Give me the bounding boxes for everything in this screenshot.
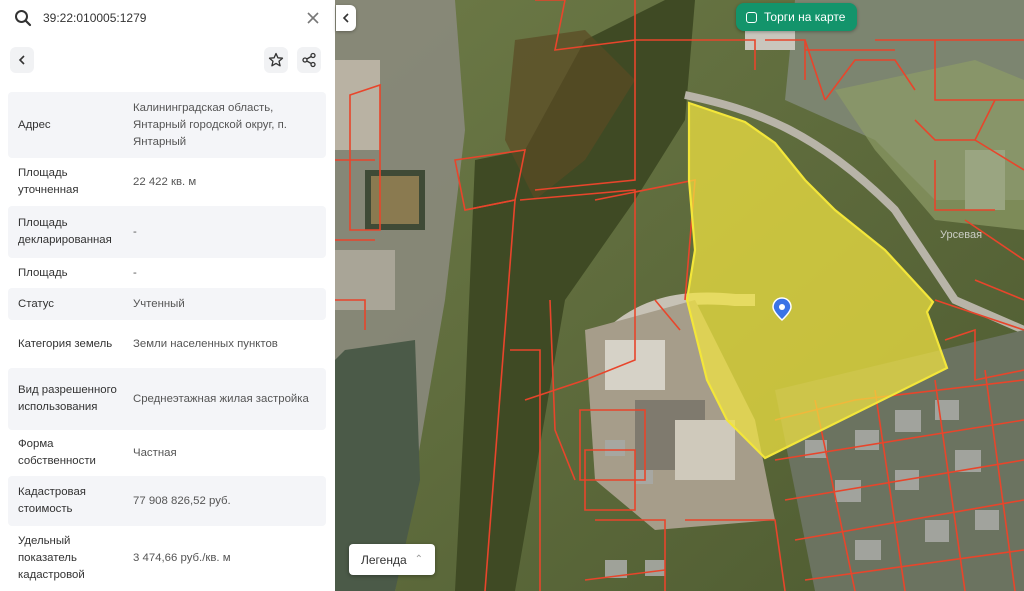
property-value: Частная xyxy=(133,446,177,459)
star-icon xyxy=(268,52,284,67)
chevron-up-icon: ⌃ xyxy=(414,554,424,565)
search-bar[interactable]: 39:22:010005:1279 xyxy=(0,0,335,36)
legend-button[interactable]: Легенда ⌃ xyxy=(349,544,436,575)
search-icon[interactable] xyxy=(14,9,32,32)
map-view[interactable]: Урсевая xyxy=(335,0,1024,591)
table-row: Вид разрешенного использования Среднеэта… xyxy=(8,368,326,430)
property-value: - xyxy=(133,225,137,238)
property-value: Учтенный xyxy=(133,297,185,310)
property-label: Площадь xyxy=(18,266,68,279)
back-button[interactable] xyxy=(10,47,34,73)
table-row: Форма собственности Частная xyxy=(8,430,326,476)
property-label: Кадастровая стоимость xyxy=(18,486,86,515)
share-icon xyxy=(302,52,316,68)
property-label: Форма собственности xyxy=(18,438,96,467)
search-input[interactable]: 39:22:010005:1279 xyxy=(43,11,146,25)
close-icon[interactable] xyxy=(304,9,322,27)
share-button[interactable] xyxy=(297,47,321,73)
table-row: Площадь уточненная 22 422 кв. м xyxy=(8,158,326,206)
property-label: Адрес xyxy=(18,118,51,131)
property-table: Адрес Калининградская область, Янтарный … xyxy=(8,92,326,590)
property-value: - xyxy=(133,266,137,279)
legend-label: Легенда xyxy=(361,552,407,567)
auction-toggle-label: Торги на карте xyxy=(764,10,846,24)
property-label: Вид разрешенного использования xyxy=(18,384,117,413)
property-label: Площадь декларированная xyxy=(18,217,112,246)
table-row: Кадастровая стоимость 77 908 826,52 руб. xyxy=(8,476,326,526)
table-row: Статус Учтенный xyxy=(8,288,326,320)
chevron-left-icon xyxy=(18,55,25,65)
table-row: Категория земель Земли населенных пункто… xyxy=(8,320,326,368)
property-label: Площадь уточненная xyxy=(18,167,79,196)
info-panel: 39:22:010005:1279 Адрес Калининградская … xyxy=(0,0,336,591)
panel-toolbar xyxy=(0,40,335,80)
property-label: Удельный показатель кадастровой xyxy=(18,534,85,581)
chevron-left-icon xyxy=(342,13,349,23)
property-value: Калининградская область, Янтарный городс… xyxy=(133,101,287,148)
property-label: Статус xyxy=(18,297,55,310)
property-value: 3 474,66 руб./кв. м xyxy=(133,551,231,564)
table-row: Адрес Калининградская область, Янтарный … xyxy=(8,92,326,158)
property-value: 77 908 826,52 руб. xyxy=(133,494,231,507)
satellite-map[interactable]: Урсевая xyxy=(335,0,1024,591)
collapse-panel-button[interactable] xyxy=(336,5,356,31)
property-value: 22 422 кв. м xyxy=(133,175,197,188)
table-row: Удельный показатель кадастровой 3 474,66… xyxy=(8,526,326,590)
favorite-button[interactable] xyxy=(264,47,288,73)
checkbox[interactable] xyxy=(746,11,757,23)
property-value: Среднеэтажная жилая застройка xyxy=(133,392,309,405)
table-row: Площадь декларированная - xyxy=(8,206,326,258)
property-label: Категория земель xyxy=(18,337,113,350)
table-row: Площадь - xyxy=(8,258,326,288)
auction-toggle[interactable]: Торги на карте xyxy=(736,3,858,31)
street-label: Урсевая xyxy=(940,229,982,241)
property-value: Земли населенных пунктов xyxy=(133,337,278,350)
